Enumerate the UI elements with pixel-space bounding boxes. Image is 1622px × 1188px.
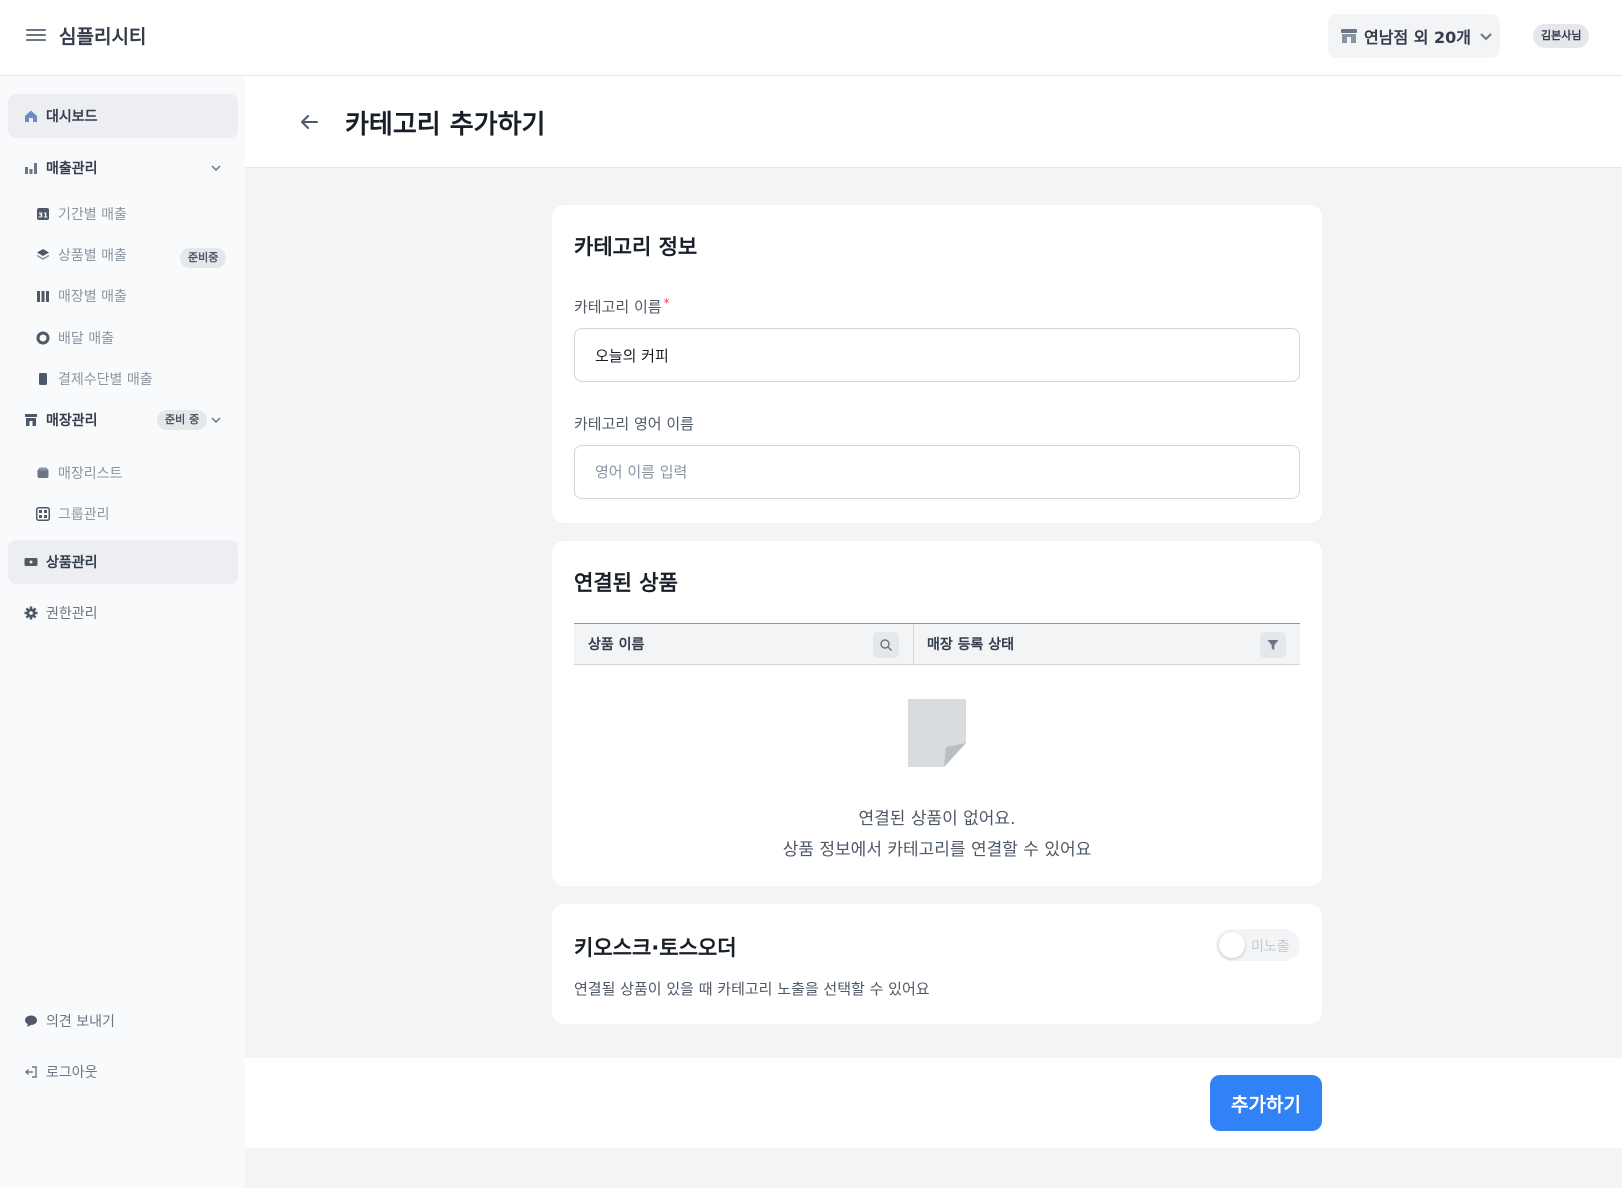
sidebar-item-label: 권한관리 bbox=[46, 606, 98, 622]
sidebar-item-label: 로그아웃 bbox=[46, 1065, 98, 1081]
preparing-badge: 준비 중 bbox=[157, 410, 208, 430]
category-name-label: 카테고리 이름 * bbox=[574, 296, 670, 317]
svg-text:31: 31 bbox=[38, 212, 48, 220]
page-title: 카테고리 추가하기 bbox=[345, 110, 546, 140]
category-info-title: 카테고리 정보 bbox=[574, 235, 698, 259]
sidebar-item-label: 상품관리 bbox=[46, 555, 98, 571]
sidebar-item-payment-sales[interactable]: 결제수단별 매출 bbox=[8, 360, 238, 398]
kiosk-description: 연결될 상품이 있을 때 카테고리 노출을 선택할 수 있어요 bbox=[574, 980, 930, 998]
toggle-label: 미노출 bbox=[1251, 939, 1290, 955]
gear-icon bbox=[24, 606, 38, 620]
sidebar-item-products[interactable]: 상품관리 bbox=[8, 540, 238, 584]
empty-hint: 상품 정보에서 카테고리를 연결할 수 있어요 bbox=[782, 840, 1092, 860]
donut-icon bbox=[36, 331, 50, 345]
back-arrow-icon[interactable] bbox=[297, 110, 321, 134]
category-name-label-text: 카테고리 이름 bbox=[574, 298, 662, 316]
kiosk-visibility-toggle[interactable]: 미노출 bbox=[1216, 929, 1300, 961]
store-icon bbox=[1341, 29, 1357, 43]
preparing-badge: 준비중 bbox=[180, 248, 227, 268]
sidebar-item-label: 의견 보내기 bbox=[46, 1014, 115, 1030]
sidebar-item-sales[interactable]: 매출관리 bbox=[8, 146, 238, 190]
empty-message: 연결된 상품이 없어요. bbox=[858, 809, 1016, 829]
page-header: 카테고리 추가하기 bbox=[245, 76, 1622, 168]
box-icon bbox=[36, 466, 50, 480]
sidebar-item-store-sales[interactable]: 매장별 매출 bbox=[8, 277, 238, 315]
store-icon bbox=[24, 413, 38, 427]
chevron-down-icon bbox=[211, 165, 221, 172]
sidebar-item-period-sales[interactable]: 31 기간별 매출 bbox=[8, 195, 238, 233]
linked-products-card: 연결된 상품 상품 이름 매장 등록 상태 연결된 상품이 없어요. 상품 정보… bbox=[552, 541, 1322, 886]
store-selector[interactable]: 연남점 외 20개 bbox=[1328, 14, 1500, 58]
column-product-name: 상품 이름 bbox=[588, 637, 645, 653]
sidebar-item-label: 대시보드 bbox=[46, 109, 98, 125]
home-icon bbox=[24, 109, 38, 123]
category-info-card: 카테고리 정보 카테고리 이름* 카테고리 영어 이름 bbox=[552, 205, 1322, 523]
sidebar-item-dashboard[interactable]: 대시보드 bbox=[8, 94, 238, 138]
sidebar-item-permissions[interactable]: 권한관리 bbox=[8, 591, 238, 635]
sidebar-item-group[interactable]: 그룹관리 bbox=[8, 495, 238, 533]
sidebar-item-label: 매장리스트 bbox=[58, 466, 123, 482]
sidebar-item-label: 매출관리 bbox=[46, 161, 98, 177]
category-english-name-input[interactable] bbox=[574, 445, 1300, 499]
category-english-name-label: 카테고리 영어 이름 bbox=[574, 415, 694, 433]
receipt-icon bbox=[36, 372, 50, 386]
submit-button[interactable]: 추가하기 bbox=[1210, 1075, 1322, 1131]
kiosk-title: 키오스크·토스오더 bbox=[574, 936, 737, 960]
linked-products-title: 연결된 상품 bbox=[574, 571, 678, 595]
bar-chart-icon bbox=[24, 161, 38, 175]
filter-icon bbox=[1267, 640, 1279, 650]
sidebar-item-label: 배달 매출 bbox=[58, 331, 114, 347]
store-selector-label: 연남점 외 20개 bbox=[1364, 28, 1472, 47]
sidebar-item-feedback[interactable]: 의견 보내기 bbox=[8, 999, 238, 1043]
sidebar-item-label: 매장관리 bbox=[46, 413, 98, 429]
chat-bubble-icon bbox=[24, 1014, 38, 1028]
search-icon bbox=[880, 639, 892, 651]
toggle-knob bbox=[1219, 932, 1245, 958]
sidebar-item-delivery-sales[interactable]: 배달 매출 bbox=[8, 319, 238, 357]
sidebar-item-logout[interactable]: 로그아웃 bbox=[8, 1050, 238, 1094]
columns-icon bbox=[36, 289, 50, 303]
sidebar-item-label: 상품별 매출 bbox=[58, 248, 127, 264]
column-store-status: 매장 등록 상태 bbox=[927, 637, 1015, 653]
logout-icon bbox=[24, 1065, 38, 1079]
sidebar-item-label: 매장별 매출 bbox=[58, 289, 127, 305]
hamburger-menu-icon[interactable] bbox=[26, 26, 46, 46]
category-name-input[interactable] bbox=[574, 328, 1300, 382]
sidebar-item-label: 결제수단별 매출 bbox=[58, 372, 153, 388]
kiosk-card: 키오스크·토스오더 미노출 연결될 상품이 있을 때 카테고리 노출을 선택할 … bbox=[552, 904, 1322, 1024]
column-divider bbox=[913, 624, 914, 664]
empty-document-icon bbox=[908, 699, 966, 767]
chevron-down-icon bbox=[211, 417, 221, 424]
layers-icon bbox=[36, 248, 50, 262]
ticket-icon bbox=[24, 555, 38, 569]
top-bar: 심플리시티 연남점 외 20개 김본사님 bbox=[0, 0, 1622, 76]
required-mark: * bbox=[663, 296, 670, 310]
sidebar-item-label: 기간별 매출 bbox=[58, 207, 127, 223]
grid-icon bbox=[36, 507, 50, 521]
footer-bar: 추가하기 bbox=[245, 1058, 1622, 1148]
sidebar-item-label: 그룹관리 bbox=[58, 507, 110, 523]
sidebar: 대시보드 매출관리 31 기간별 매출 상품별 매출 준비중 매장별 매출 배달… bbox=[0, 76, 245, 1188]
filter-column-button[interactable] bbox=[1260, 632, 1286, 658]
sidebar-item-store-list[interactable]: 매장리스트 bbox=[8, 454, 238, 492]
chevron-down-icon bbox=[1480, 33, 1492, 41]
table-header: 상품 이름 매장 등록 상태 bbox=[574, 623, 1300, 665]
search-column-button[interactable] bbox=[873, 632, 899, 658]
brand-name: 심플리시티 bbox=[59, 26, 147, 48]
calendar-icon: 31 bbox=[36, 207, 50, 221]
user-badge[interactable]: 김본사님 bbox=[1533, 24, 1590, 48]
